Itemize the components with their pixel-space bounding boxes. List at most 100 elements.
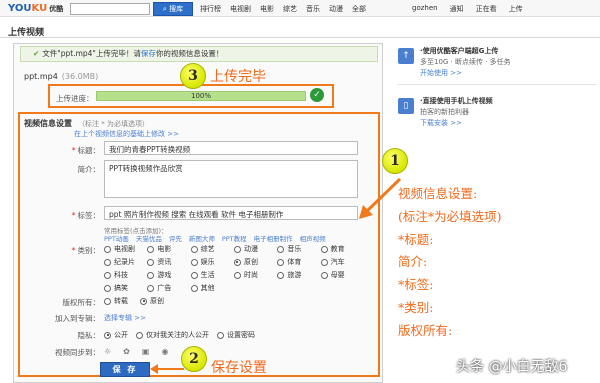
tag-suggestion-link[interactable]: 电子相册制作: [254, 233, 293, 243]
radio-button[interactable]: [104, 331, 111, 339]
tag-suggestion-link[interactable]: 新图大师: [189, 233, 215, 243]
radio-button[interactable]: [147, 284, 155, 292]
privacy-option[interactable]: 设置密码: [217, 330, 255, 340]
category-option[interactable]: 电视剧: [104, 244, 147, 254]
radio-button[interactable]: [320, 258, 328, 266]
category-option[interactable]: 科技: [104, 270, 147, 280]
nav-item[interactable]: 电视剧: [230, 4, 251, 14]
tags-input[interactable]: ppt 照片制作视频 搜索 在线观看 软件 电子相册制作: [104, 206, 358, 220]
radio-button[interactable]: [277, 245, 285, 253]
user-nav-item[interactable]: 正在看: [476, 4, 497, 14]
save-button[interactable]: 保 存: [100, 362, 150, 377]
notice-save-link[interactable]: 保存: [141, 49, 156, 58]
radio-button[interactable]: [320, 271, 328, 279]
category-option[interactable]: 电影: [147, 244, 190, 254]
user-nav-item[interactable]: gozhen: [412, 4, 438, 14]
radio-button[interactable]: [320, 245, 328, 253]
tag-suggestion-link[interactable]: 评先: [169, 233, 182, 243]
tag-suggestion-link[interactable]: PPT动画: [104, 233, 129, 243]
douban-share-icon[interactable]: ◉: [161, 347, 168, 356]
share-sync-label: 视频同步到：: [55, 348, 100, 357]
download-install-link[interactable]: 下载安装 >>: [420, 118, 462, 128]
radio-button[interactable]: [233, 245, 241, 253]
start-using-link[interactable]: 开始使用 >>: [420, 68, 462, 78]
field-guide-text: 视频信息设置: (标注*为必填选项) *标题: 简介: *标签: *类别: 版权所有:: [398, 183, 502, 343]
category-option[interactable]: 教育: [320, 244, 364, 254]
tag-suggestion-link[interactable]: 相声视频: [300, 233, 326, 243]
title-input[interactable]: 我们的青春PPT转换视频: [104, 141, 358, 155]
radio-button[interactable]: [136, 331, 143, 339]
radio-label: 广告: [157, 284, 172, 292]
description-label: 简介：: [77, 165, 101, 174]
title-label-text: 标题：: [77, 146, 101, 155]
category-option[interactable]: 纪录片: [104, 257, 147, 267]
qq-share-icon[interactable]: ✿: [123, 347, 130, 356]
radio-button[interactable]: [147, 245, 155, 253]
radio-button[interactable]: [140, 297, 147, 305]
radio-button[interactable]: [277, 258, 285, 266]
category-option[interactable]: 搞笑: [104, 283, 147, 293]
category-option[interactable]: 其他: [190, 283, 234, 293]
weibo-share-icon[interactable]: ☼: [104, 347, 111, 356]
select-album-link[interactable]: 选择专辑 >>: [104, 313, 146, 323]
copyright-option[interactable]: 原创: [140, 296, 164, 306]
copyright-option[interactable]: 转载: [104, 296, 128, 306]
nav-item[interactable]: 全部: [352, 4, 366, 14]
category-option[interactable]: 动漫: [233, 244, 277, 254]
modify-based-on-previous-link[interactable]: 在上个视频信息的基础上修改 >>: [74, 129, 179, 139]
radio-label: 其他: [200, 284, 215, 292]
nav-item[interactable]: 音乐: [306, 4, 320, 14]
category-option[interactable]: 游戏: [147, 270, 190, 280]
radio-button[interactable]: [233, 258, 241, 266]
category-option[interactable]: 广告: [147, 283, 190, 293]
tag-suggestion-link[interactable]: PPT教程: [222, 233, 247, 243]
category-option[interactable]: 音乐: [277, 244, 320, 254]
radio-button[interactable]: [233, 271, 241, 279]
nav-item[interactable]: 电影: [260, 4, 274, 14]
radio-button[interactable]: [147, 258, 155, 266]
radio-button[interactable]: [277, 271, 285, 279]
renren-share-icon[interactable]: ▣: [142, 347, 150, 356]
radio-button[interactable]: [190, 245, 198, 253]
notice-prefix: 文件"ppt.mp4"上传完毕！请: [42, 49, 141, 58]
user-nav-item[interactable]: 上传: [509, 4, 523, 14]
radio-button[interactable]: [190, 258, 198, 266]
radio-label: 原创: [150, 297, 164, 305]
category-option[interactable]: 时尚: [233, 270, 277, 280]
guide-line: 简介:: [398, 254, 428, 270]
radio-button[interactable]: [147, 271, 155, 279]
radio-button[interactable]: [104, 284, 111, 292]
search-input[interactable]: [70, 3, 150, 15]
category-option[interactable]: 汽车: [320, 257, 364, 267]
category-option[interactable]: 原创: [233, 257, 277, 267]
share-sync-options: ☼ ✿ ▣ ◉: [104, 347, 168, 356]
user-nav-item[interactable]: 通知: [450, 4, 464, 14]
search-button-label: 搜库: [169, 5, 184, 13]
radio-button[interactable]: [190, 284, 198, 292]
search-button[interactable]: ⌕ 搜库: [153, 2, 193, 16]
youku-logo[interactable]: YOUKU 优酷: [8, 3, 63, 14]
category-option[interactable]: 综艺: [190, 244, 234, 254]
main-nav: 排行榜 电视剧 电影 综艺 音乐 动漫 全部: [200, 4, 366, 14]
category-option[interactable]: 体育: [277, 257, 320, 267]
category-option[interactable]: 娱乐: [190, 257, 234, 267]
radio-button[interactable]: [104, 258, 111, 266]
radio-label: 电视剧: [114, 245, 135, 253]
nav-item[interactable]: 动漫: [329, 4, 343, 14]
radio-button[interactable]: [217, 331, 224, 339]
privacy-option[interactable]: 仅对我关注的人公开: [136, 330, 209, 340]
radio-button[interactable]: [104, 245, 111, 253]
category-option[interactable]: 母婴: [320, 270, 364, 280]
description-textarea[interactable]: PPT转换视频作品欣赏: [104, 160, 358, 198]
radio-button[interactable]: [104, 271, 111, 279]
radio-button[interactable]: [104, 297, 111, 305]
privacy-option[interactable]: 公开: [104, 330, 128, 340]
nav-item[interactable]: 排行榜: [200, 4, 221, 14]
nav-item[interactable]: 综艺: [283, 4, 297, 14]
radio-button[interactable]: [190, 271, 198, 279]
tag-suggestion-link[interactable]: 天猫优品: [136, 233, 162, 243]
radio-label: 汽车: [330, 258, 345, 266]
category-option[interactable]: 旅游: [277, 270, 320, 280]
category-option[interactable]: 生活: [190, 270, 234, 280]
category-option[interactable]: 资讯: [147, 257, 190, 267]
